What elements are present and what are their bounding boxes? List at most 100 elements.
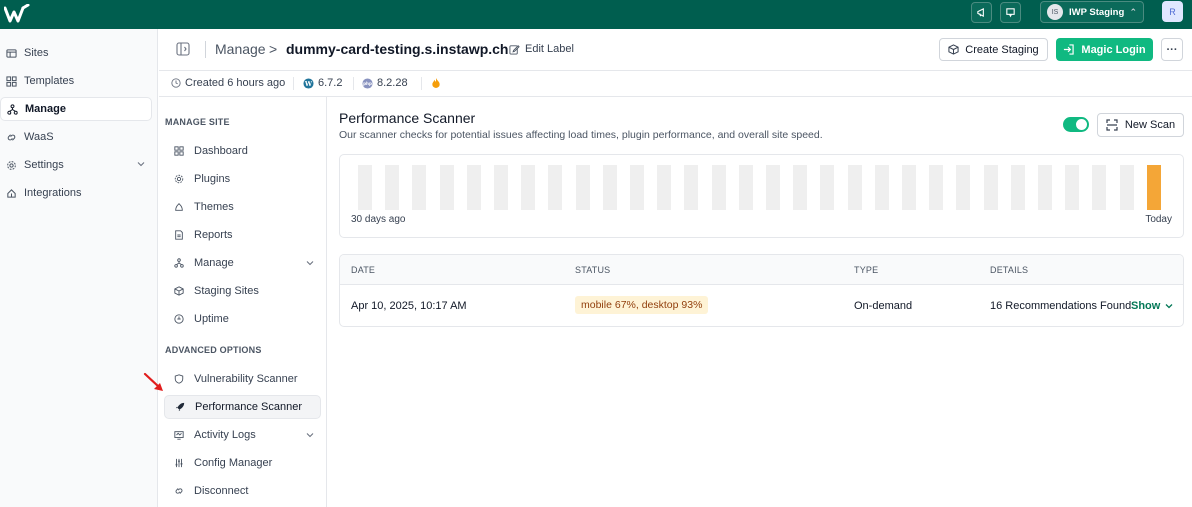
sidebar-item-waas[interactable]: WaaS <box>0 125 152 149</box>
menu-item-plugins[interactable]: Plugins <box>164 167 321 191</box>
section-heading: ADVANCED OPTIONS <box>165 345 262 355</box>
menu-item-performance-scanner[interactable]: Performance Scanner <box>164 395 321 419</box>
menu-item-disconnect[interactable]: Disconnect <box>164 479 321 503</box>
history-bar[interactable] <box>929 165 944 210</box>
manage-site-menu: MANAGE SITE Dashboard Plugins Themes Rep… <box>159 97 327 507</box>
history-bar-scanned[interactable] <box>1146 165 1161 210</box>
menu-item-vulnerability-scanner[interactable]: Vulnerability Scanner <box>164 367 321 391</box>
column-header-details: DETAILS <box>990 265 1029 275</box>
sidebar-item-label: Templates <box>24 75 75 87</box>
column-header-date: DATE <box>351 265 376 275</box>
history-bar[interactable] <box>874 165 889 210</box>
sidebar-item-manage[interactable]: Manage <box>0 97 152 121</box>
edit-label-text: Edit Label <box>525 43 574 55</box>
column-header-status: STATUS <box>575 265 611 275</box>
magic-login-button[interactable]: Magic Login <box>1056 38 1153 61</box>
more-options-button[interactable]: ··· <box>1161 38 1183 61</box>
history-bar[interactable] <box>358 165 372 210</box>
login-icon <box>1064 44 1075 55</box>
cell-date: Apr 10, 2025, 10:17 AM <box>351 300 467 312</box>
history-bar[interactable] <box>1119 165 1134 210</box>
menu-item-config-manager[interactable]: Config Manager <box>164 451 321 475</box>
page-title: dummy-card-testing.s.instawp.ch <box>286 41 509 57</box>
wordpress-icon: W <box>303 77 314 89</box>
history-bar[interactable] <box>1038 165 1052 210</box>
history-bar[interactable] <box>1065 165 1080 210</box>
chevron-down-icon <box>306 433 314 438</box>
panel-toggle-icon[interactable] <box>176 42 190 56</box>
create-staging-button[interactable]: Create Staging <box>939 38 1048 61</box>
table-header: DATE STATUS TYPE DETAILS <box>340 255 1183 285</box>
history-bar[interactable] <box>766 165 780 210</box>
menu-item-uptime[interactable]: Uptime <box>164 307 321 331</box>
header-divider <box>205 41 206 58</box>
info-divider <box>293 77 294 90</box>
created-info: Created 6 hours ago <box>171 77 285 89</box>
history-bar[interactable] <box>1010 165 1025 210</box>
menu-item-staging-sites[interactable]: Staging Sites <box>164 279 321 303</box>
history-bar[interactable] <box>738 165 753 210</box>
history-bar[interactable] <box>657 165 672 210</box>
history-bar[interactable] <box>793 165 808 210</box>
sidebar-item-label: Manage <box>25 103 66 115</box>
history-bar[interactable] <box>902 165 916 210</box>
sidebar-item-settings[interactable]: Settings <box>0 153 152 177</box>
edit-label-button[interactable]: Edit Label <box>509 43 574 55</box>
chevron-updown-icon: ⌃ <box>1129 6 1137 17</box>
sidebar-item-templates[interactable]: Templates <box>0 69 152 93</box>
section-description: Our scanner checks for potential issues … <box>339 129 823 141</box>
history-bar[interactable] <box>820 165 835 210</box>
manage-icon <box>173 257 185 269</box>
history-bar[interactable] <box>548 165 563 210</box>
history-bar[interactable] <box>575 165 590 210</box>
section-heading: MANAGE SITE <box>165 117 230 127</box>
new-scan-button[interactable]: New Scan <box>1097 113 1184 137</box>
info-divider <box>353 77 354 90</box>
history-bar[interactable] <box>602 165 617 210</box>
history-bar[interactable] <box>630 165 644 210</box>
logo-icon[interactable] <box>4 4 30 24</box>
pencil-icon <box>509 44 520 55</box>
manage-icon <box>6 103 18 115</box>
sidebar-item-label: WaaS <box>24 131 54 143</box>
history-bar[interactable] <box>521 165 536 210</box>
history-bar[interactable] <box>956 165 971 210</box>
announcement-icon[interactable] <box>971 2 992 23</box>
scan-icon <box>1106 119 1118 131</box>
sliders-icon <box>173 457 185 469</box>
feedback-icon[interactable] <box>1000 2 1021 23</box>
svg-text:W: W <box>304 79 313 87</box>
menu-item-themes[interactable]: Themes <box>164 195 321 219</box>
team-selector[interactable]: IS IWP Staging ⌃ <box>1040 1 1144 23</box>
history-bar[interactable] <box>466 165 481 210</box>
chevron-down-icon <box>1165 304 1173 309</box>
history-bar[interactable] <box>385 165 400 210</box>
scanner-toggle[interactable] <box>1063 117 1089 132</box>
cell-details: 16 Recommendations Found <box>990 300 1132 312</box>
history-end-label: Today <box>1145 214 1172 225</box>
history-bar[interactable] <box>847 165 862 210</box>
history-bar[interactable] <box>412 165 427 210</box>
show-details-button[interactable]: Show <box>1131 300 1174 312</box>
section-title: Performance Scanner <box>339 110 476 126</box>
chevron-down-icon <box>137 162 145 167</box>
staging-icon <box>173 285 185 297</box>
menu-item-activity-logs[interactable]: Activity Logs <box>164 423 321 447</box>
history-bar[interactable] <box>1092 165 1107 210</box>
user-avatar[interactable]: R <box>1162 1 1183 22</box>
chevron-down-icon <box>306 261 314 266</box>
sidebar-item-label: Settings <box>24 159 64 171</box>
menu-item-manage[interactable]: Manage <box>164 251 321 275</box>
team-name: IWP Staging <box>1069 6 1125 18</box>
history-bar[interactable] <box>494 165 508 210</box>
menu-item-reports[interactable]: Reports <box>164 223 321 247</box>
sidebar-item-integrations[interactable]: Integrations <box>0 181 152 205</box>
team-avatar: IS <box>1047 4 1063 20</box>
history-bar[interactable] <box>684 165 699 210</box>
menu-item-dashboard[interactable]: Dashboard <box>164 139 321 163</box>
sidebar-item-sites[interactable]: Sites <box>0 41 152 65</box>
history-bar[interactable] <box>439 165 454 210</box>
history-bar[interactable] <box>711 165 726 210</box>
breadcrumb-manage[interactable]: Manage <box>215 41 266 57</box>
history-bar[interactable] <box>983 165 998 210</box>
